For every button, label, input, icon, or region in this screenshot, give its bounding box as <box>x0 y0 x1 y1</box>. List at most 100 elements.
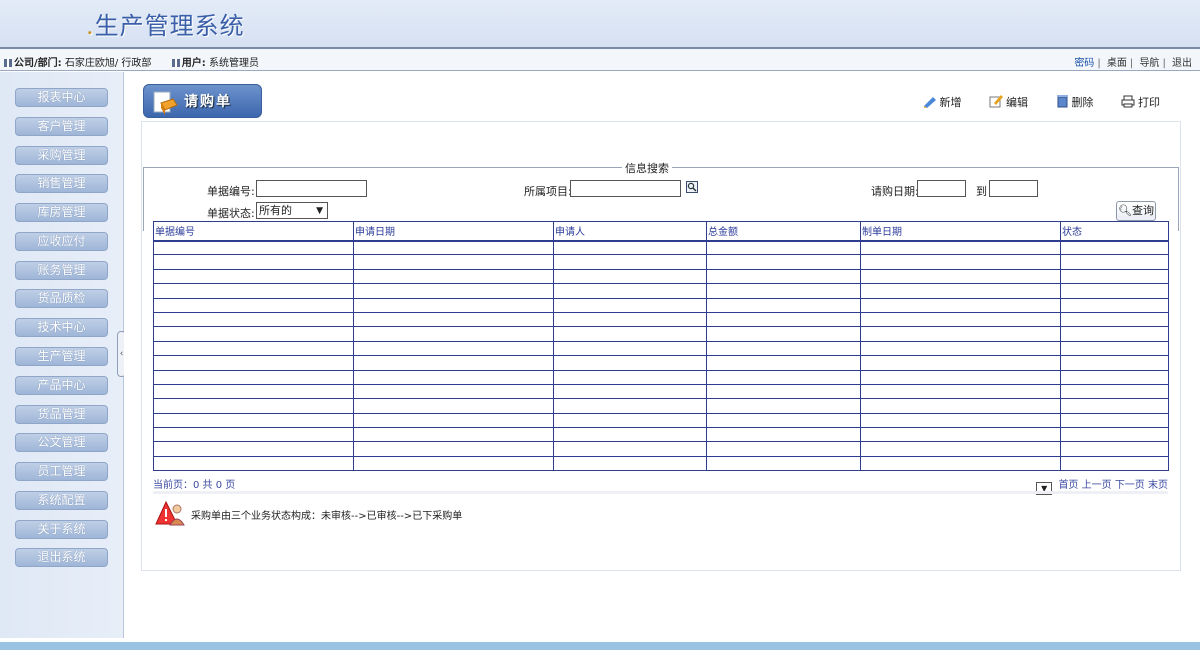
nav-sales-management[interactable]: 销售管理 <box>15 174 108 193</box>
table-cell <box>706 398 861 414</box>
query-button[interactable]: 🔍︎查询 <box>1116 201 1156 221</box>
info-bar-left: 公司/部门: 石家庄欧旭/ 行政部 用户: 系统管理员 <box>4 54 259 69</box>
doc-no-label: 单据编号: <box>207 185 255 198</box>
table-cell <box>153 297 354 313</box>
col-apply-date[interactable]: 申请日期 <box>353 221 554 242</box>
password-link[interactable]: 密码 <box>1074 58 1094 69</box>
nav-accounts-management[interactable]: 账务管理 <box>15 261 108 280</box>
user-label: 用户: <box>181 58 206 69</box>
table-row[interactable] <box>153 427 1169 443</box>
table-cell <box>153 311 354 328</box>
table-cell <box>353 355 554 371</box>
table-cell <box>353 383 554 400</box>
table-cell <box>153 398 354 414</box>
table-cell <box>553 355 707 371</box>
table-row[interactable] <box>153 369 1169 385</box>
sidebar: 报表中心 客户管理 采购管理 销售管理 库房管理 应收应付 账务管理 货品质检 … <box>0 72 124 638</box>
nav-system-config[interactable]: 系统配置 <box>15 491 108 510</box>
navigation-link[interactable]: 导航 <box>1139 58 1159 69</box>
table-cell <box>860 283 1061 299</box>
nav-report-center[interactable]: 报表中心 <box>15 88 108 107</box>
table-cell <box>153 283 354 299</box>
date-from-input[interactable] <box>917 180 966 197</box>
nav-receivables-payables[interactable]: 应收应付 <box>15 232 108 251</box>
table-cell <box>706 239 861 256</box>
table-cell <box>353 326 554 342</box>
col-total-amount[interactable]: 总金额 <box>706 221 861 242</box>
table-row[interactable] <box>153 355 1169 371</box>
nav-about-system[interactable]: 关于系统 <box>15 520 108 539</box>
project-label: 所属项目: <box>524 185 572 198</box>
table-cell <box>706 340 861 357</box>
table-cell <box>553 412 707 429</box>
last-page-link[interactable]: 末页 <box>1148 480 1168 491</box>
print-button[interactable]: 打印 <box>1121 94 1160 110</box>
table-cell <box>153 268 354 285</box>
grid-icon <box>171 59 180 67</box>
table-row[interactable] <box>153 268 1169 285</box>
nav-exit-system[interactable]: 退出系统 <box>15 548 108 567</box>
next-page-link[interactable]: 下一页 <box>1115 480 1145 491</box>
table-row[interactable] <box>153 297 1169 313</box>
nav-quality-inspection[interactable]: 货品质检 <box>15 289 108 308</box>
edit-icon <box>989 95 1003 108</box>
table-cell <box>153 254 354 270</box>
table-row[interactable] <box>153 239 1169 256</box>
nav-goods-management[interactable]: 货品管理 <box>15 405 108 424</box>
table-cell <box>553 455 707 472</box>
table-body <box>153 239 1169 472</box>
project-lookup-icon[interactable] <box>686 181 698 193</box>
nav-warehouse-management[interactable]: 库房管理 <box>15 203 108 222</box>
nav-document-management[interactable]: 公文管理 <box>15 433 108 452</box>
table-row[interactable] <box>153 383 1169 400</box>
table-cell <box>1060 283 1169 299</box>
nav-production-management[interactable]: 生产管理 <box>15 347 108 366</box>
prev-page-link[interactable]: 上一页 <box>1082 480 1112 491</box>
table-row[interactable] <box>153 455 1169 472</box>
table-cell <box>553 369 707 385</box>
table-row[interactable] <box>153 398 1169 414</box>
table-row[interactable] <box>153 254 1169 270</box>
table-cell <box>706 441 861 457</box>
company-label: 公司/部门: <box>14 58 62 69</box>
pager-divider <box>153 491 1168 494</box>
table-row[interactable] <box>153 340 1169 357</box>
col-create-date[interactable]: 制单日期 <box>860 221 1061 242</box>
table-row[interactable] <box>153 441 1169 457</box>
table-row[interactable] <box>153 283 1169 299</box>
delete-button[interactable]: 删除 <box>1056 94 1094 110</box>
table-row[interactable] <box>153 412 1169 429</box>
add-button[interactable]: 新增 <box>923 94 962 110</box>
nav-staff-management[interactable]: 员工管理 <box>15 462 108 481</box>
col-applicant[interactable]: 申请人 <box>553 221 707 242</box>
status-select[interactable]: 所有的 ▼ <box>256 202 328 219</box>
nav-product-center[interactable]: 产品中心 <box>15 376 108 395</box>
first-page-link[interactable]: 首页 <box>1058 480 1078 491</box>
table-row[interactable] <box>153 311 1169 328</box>
project-input[interactable] <box>570 180 681 197</box>
table-cell <box>860 383 1061 400</box>
desktop-link[interactable]: 桌面 <box>1107 58 1127 69</box>
edit-button[interactable]: 编辑 <box>989 94 1028 110</box>
table-row[interactable] <box>153 326 1169 342</box>
table-cell <box>553 239 707 256</box>
nav-customer-management[interactable]: 客户管理 <box>15 117 108 136</box>
date-to-input[interactable] <box>989 180 1038 197</box>
toolbar: 新增 编辑 删除 打印 <box>899 94 1160 110</box>
print-button-label: 打印 <box>1138 96 1160 109</box>
table-cell <box>706 326 861 342</box>
nav-technical-center[interactable]: 技术中心 <box>15 318 108 337</box>
table-cell <box>153 455 354 472</box>
doc-no-input[interactable] <box>256 180 367 197</box>
table-cell <box>706 369 861 385</box>
table-cell <box>153 412 354 429</box>
table-cell <box>860 340 1061 357</box>
col-status[interactable]: 状态 <box>1060 221 1169 242</box>
table-cell <box>706 283 861 299</box>
logout-link[interactable]: 退出 <box>1172 58 1192 69</box>
nav-purchase-management[interactable]: 采购管理 <box>15 146 108 165</box>
warning-user-icon <box>155 500 185 526</box>
table-cell <box>553 311 707 328</box>
table-cell <box>353 297 554 313</box>
col-doc-no[interactable]: 单据编号 <box>153 221 354 242</box>
